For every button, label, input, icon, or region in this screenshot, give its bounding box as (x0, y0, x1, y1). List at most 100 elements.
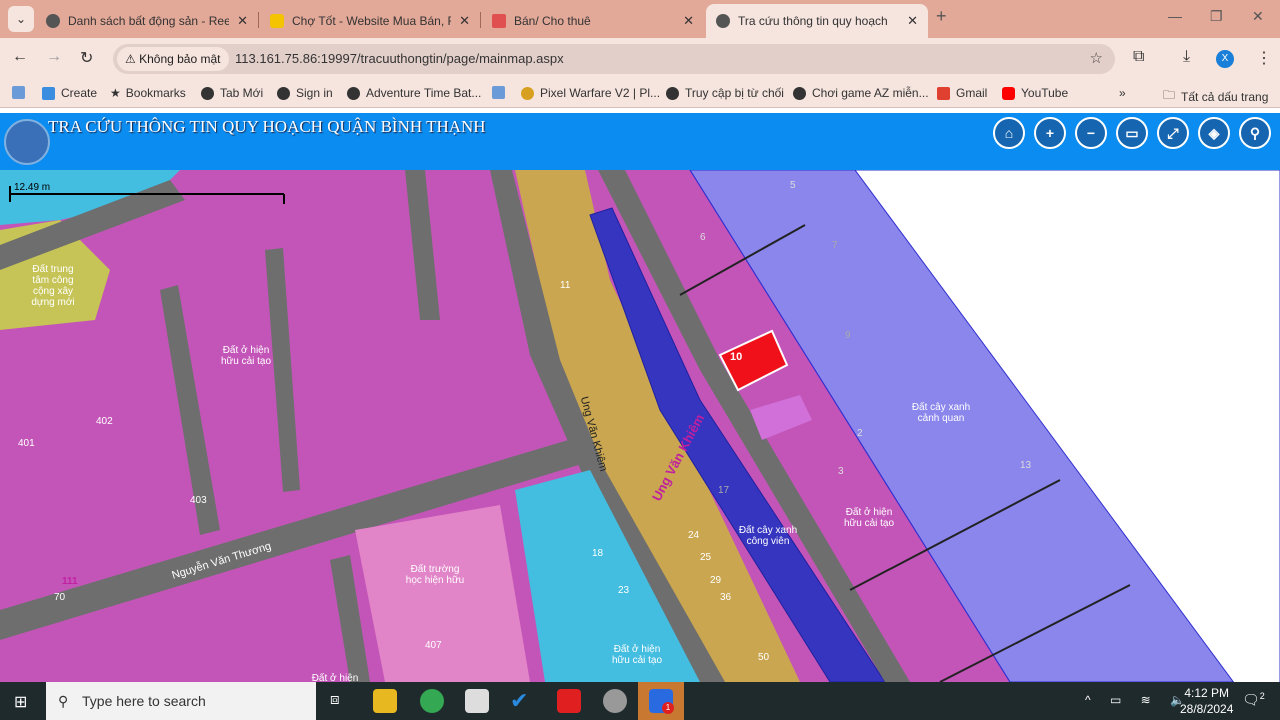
selected-plot-number[interactable]: 10 (730, 352, 742, 363)
forward-button[interactable]: → (46, 48, 62, 66)
tab-2[interactable]: Chợ Tốt - Website Mua Bán, Rao Vặt✕ (260, 4, 480, 38)
bookmark-create[interactable]: Create (42, 86, 97, 100)
plot-number: 111 (62, 576, 78, 587)
url-text[interactable]: 113.161.75.86:19997/tracuuthongtin/page/… (235, 51, 564, 66)
plot-number: 25 (700, 552, 712, 563)
bookmark-sign-in[interactable]: Sign in (277, 86, 333, 100)
app-header: TRA CỨU THÔNG TIN QUY HOẠCH QUẬN BÌNH TH… (0, 113, 1280, 170)
ruler-icon: ▭ (1125, 124, 1139, 141)
tab-1[interactable]: Danh sách bất động sản - Reeco ✕ (36, 4, 258, 38)
bookmark-bookmarks[interactable]: ★ Bookmarks (110, 86, 186, 100)
zone-label-landscape: Đất cây xanh cảnh quan (911, 402, 971, 424)
plot-number: 11 (560, 280, 571, 291)
search-button[interactable]: ⚲ (1239, 117, 1271, 149)
chrome-icon[interactable] (420, 689, 444, 713)
plot-number: 29 (710, 575, 722, 586)
close-icon[interactable]: ✕ (907, 13, 918, 29)
clock[interactable]: 4:12 PM 28/8/2024 (1180, 685, 1233, 717)
restore-button[interactable]: ❐ (1210, 8, 1223, 25)
close-icon[interactable]: ✕ (237, 13, 248, 29)
todo-icon[interactable]: ✔ (510, 689, 534, 713)
address-bar[interactable]: ⚠ Không bảo mật 113.161.75.86:19997/trac… (113, 44, 1115, 74)
layers-button[interactable]: ◈ (1198, 117, 1230, 149)
youtube-icon[interactable] (557, 689, 581, 713)
plot-number: 70 (54, 592, 66, 603)
apps-icon[interactable] (12, 86, 31, 99)
globe-icon (716, 14, 730, 28)
system-tray-icons[interactable]: ^ ▭ ≋ 🔈 (1085, 693, 1193, 707)
home-button[interactable]: ⌂ (993, 117, 1025, 149)
zone-label-residential: Đất ở hiện hữu cải tạo (611, 644, 663, 666)
plot-number: 5 (790, 180, 796, 191)
plot-number: 50 (758, 652, 770, 663)
file-explorer-icon[interactable] (373, 689, 397, 713)
plot-number: 401 (18, 438, 35, 449)
zoom-in-button[interactable]: + (1034, 117, 1066, 149)
reload-button[interactable]: ↻ (80, 48, 93, 68)
back-button[interactable]: ← (12, 48, 28, 66)
bookmark-tab-moi[interactable]: Tab Mới (201, 86, 263, 100)
tab-strip: ⌄ Danh sách bất động sản - Reeco ✕ Chợ Tố… (0, 0, 1280, 38)
store-icon[interactable] (465, 689, 489, 713)
tab-4-active[interactable]: Tra cứu thông tin quy hoạch ✕ (706, 4, 928, 38)
notifications-icon[interactable]: 🗨2 (1242, 691, 1265, 709)
star-icon: ★ (110, 86, 121, 100)
download-icon[interactable]: ⤓ (1183, 48, 1190, 66)
bookmark-adventure-time[interactable]: Adventure Time Bat... (347, 86, 481, 100)
menu-icon[interactable]: ⋮ (1256, 48, 1272, 68)
taskbar-search-input[interactable]: ⚲ Type here to search (46, 682, 316, 720)
tab-search-button[interactable]: ⌄ (8, 6, 34, 32)
windows-taskbar: ⊞ ⚲ Type here to search ⧈ ✔ 1 ^ ▭ ≋ 🔈 4:1… (0, 682, 1280, 720)
zalo-app[interactable]: 1 (638, 682, 684, 720)
plot-number: 9 (845, 330, 851, 341)
apps-icon[interactable] (492, 86, 511, 99)
star-icon[interactable]: ☆ (1090, 49, 1103, 67)
windows-start-icon[interactable]: ⊞ (14, 692, 27, 712)
road-vertical-3 (405, 170, 440, 320)
measure-button[interactable]: ▭ (1116, 117, 1148, 149)
folder-icon: 🗀 (1163, 88, 1176, 102)
plot-number: 403 (190, 495, 207, 506)
plot-number: 17 (718, 485, 730, 496)
bookmarks-bar: Create ★ Bookmarks Tab Mới Sign in Advent… (0, 80, 1280, 108)
scale-label: 12.49 m (14, 182, 51, 193)
tab-3[interactable]: Bán/ Cho thuê ✕ (482, 4, 704, 38)
close-icon[interactable]: ✕ (459, 13, 470, 29)
zone-label-residential: Đất ở hiện hữu cải tạo (220, 345, 272, 367)
bookmark-choi-game[interactable]: Chơi game AZ miễn... (793, 86, 929, 100)
close-window-button[interactable]: ✕ (1252, 8, 1264, 25)
more-bookmarks-button[interactable]: » (1119, 86, 1126, 100)
minimize-button[interactable]: — (1168, 8, 1182, 24)
bookmark-youtube[interactable]: YouTube (1002, 86, 1068, 100)
search-icon: ⚲ (58, 693, 69, 709)
profile-avatar[interactable]: X (1216, 50, 1234, 68)
zone-label-residential: Đất ở hiện hữu cải tạo (843, 507, 895, 529)
fullscreen-button[interactable]: ⤢ (1157, 117, 1189, 149)
all-bookmarks[interactable]: 🗀 Tất cả dấu trang (1163, 86, 1268, 107)
extensions-icon[interactable]: ⧉ (1133, 48, 1144, 66)
paint-icon[interactable] (603, 689, 627, 713)
district-logo (4, 119, 50, 165)
bookmark-pixel-warfare[interactable]: Pixel Warfare V2 | Pl... (521, 86, 660, 100)
plot-number: 36 (720, 592, 732, 603)
zoom-out-button[interactable]: − (1075, 117, 1107, 149)
map-canvas[interactable] (0, 170, 1280, 682)
plot-number: 402 (96, 416, 113, 427)
page-title: TRA CỨU THÔNG TIN QUY HOẠCH QUẬN BÌNH TH… (48, 117, 486, 136)
security-chip[interactable]: ⚠ Không bảo mật (117, 47, 229, 71)
home-icon: ⌂ (1004, 125, 1014, 141)
zone-label-school: Đất trường học hiện hữu (405, 564, 465, 586)
plot-number: 7 (832, 240, 838, 251)
notification-badge: 1 (662, 702, 674, 714)
fullscreen-icon: ⤢ (1167, 124, 1179, 141)
plot-number: 6 (700, 232, 706, 243)
bookmark-gmail[interactable]: Gmail (937, 86, 987, 100)
zone-label-residential: Đất ở hiện (311, 673, 359, 682)
plot-number: 2 (857, 428, 863, 439)
planning-map[interactable]: 12.49 m 10 Đất trung tâm công cộng xây d… (0, 170, 1280, 682)
globe-icon (46, 14, 60, 28)
task-view-icon[interactable]: ⧈ (330, 691, 340, 708)
bookmark-truy-cap[interactable]: Truy cập bị từ chối (666, 86, 784, 100)
new-tab-button[interactable]: + (936, 6, 947, 27)
close-icon[interactable]: ✕ (683, 13, 694, 29)
